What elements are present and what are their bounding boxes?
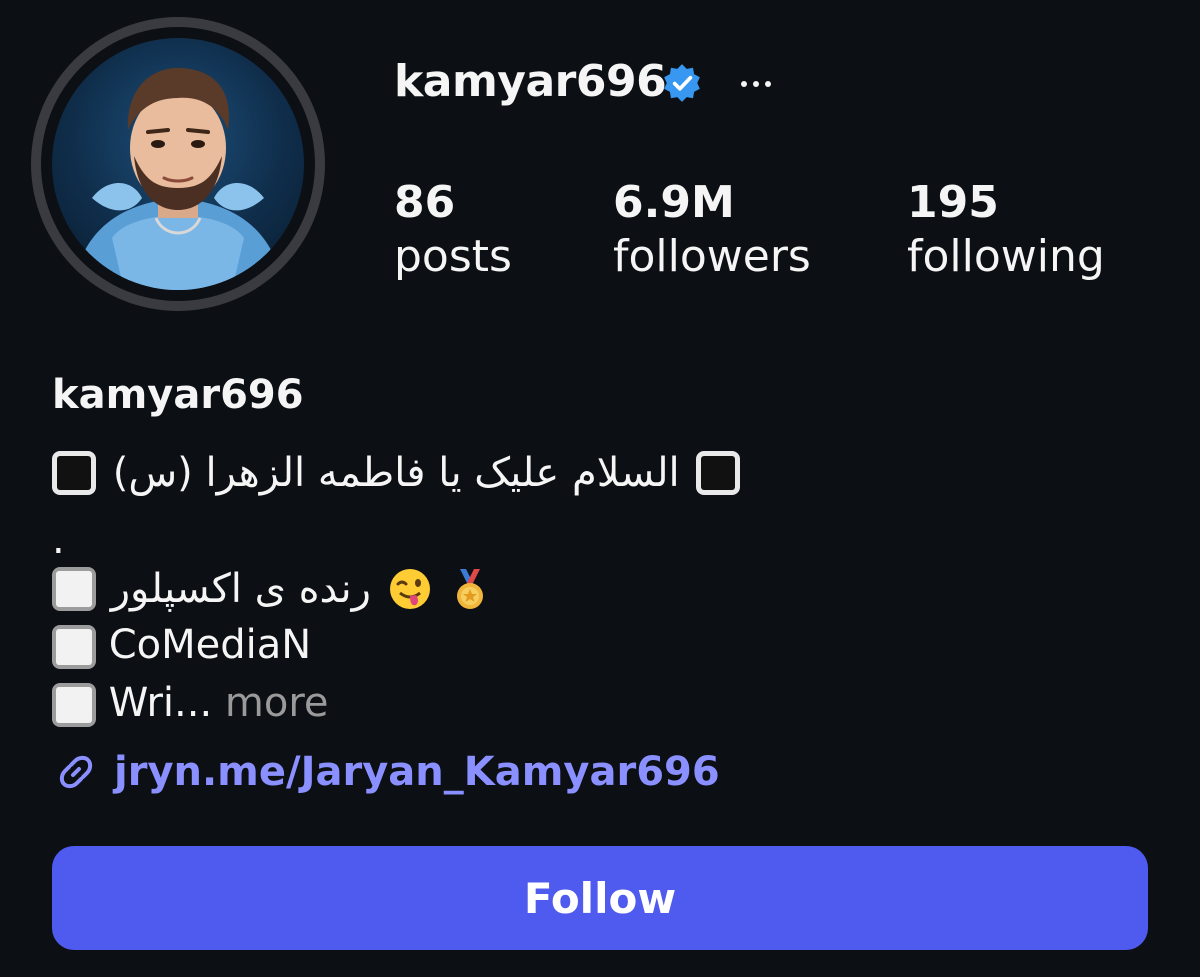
more-horizontal-icon: [741, 81, 747, 87]
verified-badge-icon: [664, 64, 700, 102]
posts-value: 86: [394, 177, 456, 228]
profile-username: kamyar696: [394, 56, 667, 107]
bio-line-4-text: CoMediaN: [108, 622, 312, 668]
posts-label: posts: [394, 231, 512, 282]
white-square-icon: [52, 683, 96, 727]
follow-button[interactable]: Follow: [52, 846, 1148, 950]
profile-page: kamyar696 86 posts 6.9M followers 195 fo…: [0, 0, 1200, 977]
followers-label: followers: [613, 231, 811, 282]
bio-line-1: السلام علیک یا فاطمه الزهرا (س): [52, 446, 741, 498]
black-square-icon: [52, 451, 96, 495]
bio-line-3-text: رنده ی اکسپلور: [110, 566, 371, 612]
bio-line-2: .: [52, 517, 65, 563]
bio-line-5: Wri... more: [52, 678, 329, 728]
posts-count[interactable]: 86 posts: [394, 177, 512, 285]
medal-emoji: [457, 569, 484, 609]
more-options-button[interactable]: [734, 62, 778, 106]
link-icon: [59, 755, 93, 789]
followers-value: 6.9M: [613, 177, 735, 228]
followers-count[interactable]: 6.9M followers: [613, 177, 811, 285]
bio-line-5-text: Wri...: [108, 680, 213, 726]
avatar-illustration: [72, 67, 284, 290]
bio-link[interactable]: jryn.me/Jaryan_Kamyar696: [52, 748, 720, 796]
avatar[interactable]: [52, 38, 304, 290]
bio-line-4: CoMediaN: [52, 620, 311, 670]
following-count[interactable]: 195 following: [907, 177, 1105, 285]
bio-link-text: jryn.me/Jaryan_Kamyar696: [114, 749, 720, 795]
bio-more-link[interactable]: more: [225, 680, 329, 726]
bio-line-1-text: السلام علیک یا فاطمه الزهرا (س): [112, 450, 680, 496]
bio-line-3: رنده ی اکسپلور: [52, 562, 492, 614]
bio-name: kamyar696: [52, 372, 304, 418]
following-value: 195: [907, 177, 999, 228]
white-square-icon: [52, 567, 96, 611]
following-label: following: [907, 231, 1105, 282]
white-square-icon: [52, 625, 96, 669]
black-square-icon: [696, 451, 741, 495]
winking-face-with-tongue-emoji: [389, 569, 430, 609]
